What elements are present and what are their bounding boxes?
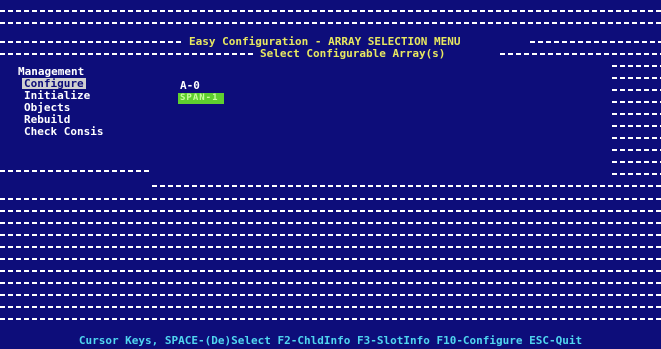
fill-dash-row [612, 77, 661, 79]
array-item-a0[interactable]: A-0 [180, 80, 200, 91]
menu-item-rebuild[interactable]: Rebuild [24, 114, 70, 125]
fill-dash-row [612, 173, 661, 175]
fill-dash-row [0, 222, 661, 224]
fill-dash-row [0, 10, 661, 12]
array-selected-chip[interactable]: SPAN-1 [178, 93, 224, 104]
fill-dash-row [612, 125, 661, 127]
fill-dash-row [0, 210, 661, 212]
fill-dash-row [0, 22, 661, 24]
footer-help-text: Cursor Keys, SPACE-(De)Select F2-ChldInf… [0, 333, 661, 349]
array-selected-chip-label: SPAN-1 [180, 93, 219, 103]
fill-dash-row [612, 137, 661, 139]
fill-dash-row [0, 282, 661, 284]
fill-dash-row [0, 294, 661, 296]
fill-dash-row [0, 246, 661, 248]
fill-dash-row [152, 185, 661, 187]
fill-dash-row [0, 198, 661, 200]
fill-dash-row [0, 170, 150, 172]
fill-dash-row [612, 65, 661, 67]
fill-dash-row [0, 270, 661, 272]
menu-item-objects[interactable]: Objects [24, 102, 70, 113]
array-selection-panel: A-0 SPAN-1 [150, 64, 610, 182]
fill-dash-row [612, 149, 661, 151]
fill-dash-row [500, 53, 661, 55]
fill-dash-row [0, 234, 661, 236]
fill-dash-row [612, 101, 661, 103]
fill-dash-row [612, 89, 661, 91]
menu-item-initialize[interactable]: Initialize [24, 90, 90, 101]
fill-dash-row [612, 113, 661, 115]
fill-dash-row [0, 41, 184, 43]
fill-dash-row [0, 53, 255, 55]
menu-item-check-consistency[interactable]: Check Consis [24, 126, 103, 137]
fill-dash-row [0, 258, 661, 260]
management-menu: Management Configure Initialize Objects … [0, 64, 150, 170]
fill-dash-row [0, 306, 661, 308]
fill-dash-row [612, 161, 661, 163]
fill-dash-row [530, 41, 661, 43]
menu-item-configure[interactable]: Configure [22, 78, 86, 89]
management-menu-title: Management [18, 65, 85, 78]
fill-dash-row [0, 318, 661, 320]
submenu-title: Select Configurable Array(s) [257, 48, 449, 60]
